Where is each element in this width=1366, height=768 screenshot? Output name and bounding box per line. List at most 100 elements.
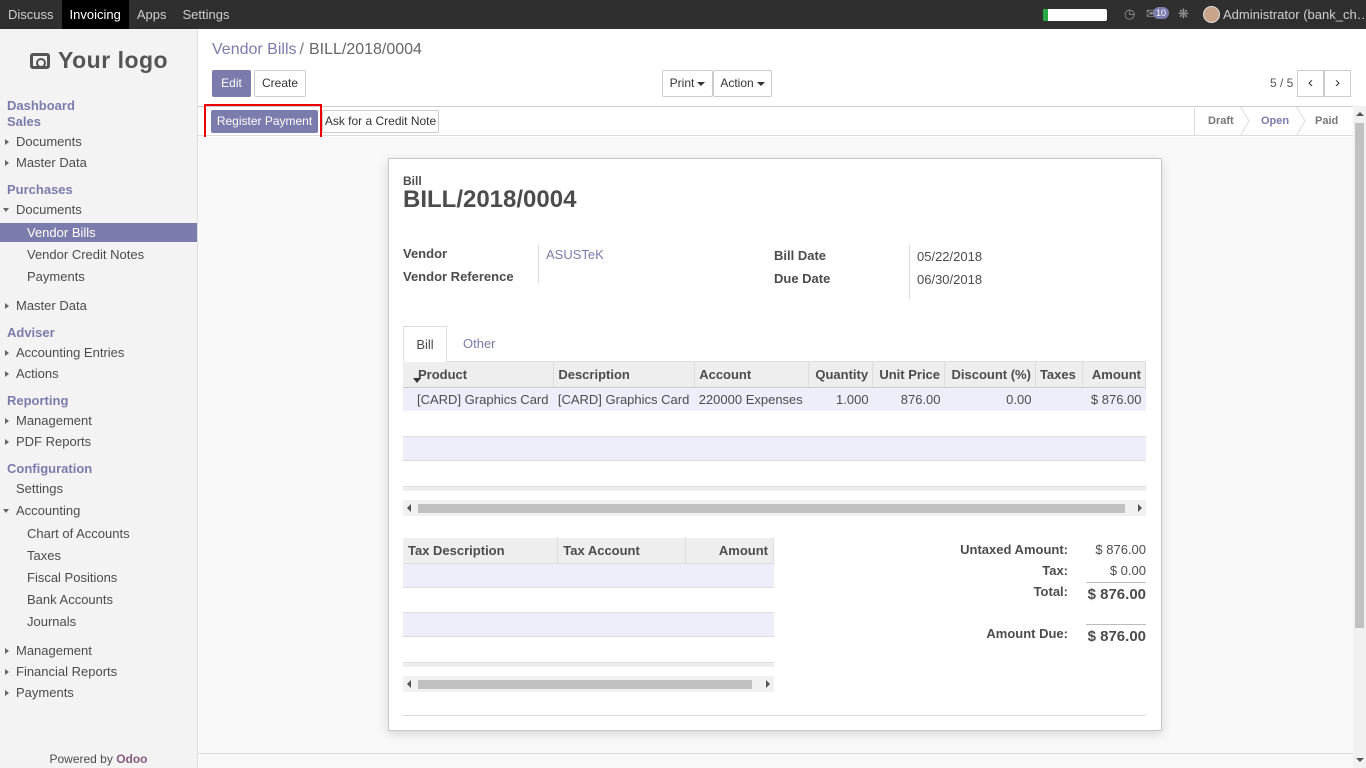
- due-date-label: Due Date: [774, 271, 831, 286]
- brand-link[interactable]: Odoo: [116, 752, 147, 766]
- sidebar-item-accounting[interactable]: Accounting: [0, 501, 197, 520]
- sidebar-item-taxes[interactable]: Taxes: [0, 546, 197, 565]
- vendor-link[interactable]: ASUSTeK: [546, 247, 604, 262]
- tab-bill[interactable]: Bill: [403, 326, 447, 362]
- arrow-right-icon[interactable]: [1138, 504, 1142, 512]
- onboarding-progress-bar[interactable]: [1043, 9, 1107, 21]
- column-amount[interactable]: Amount: [1082, 362, 1147, 388]
- arrow-left-icon[interactable]: [407, 504, 411, 512]
- column-product[interactable]: Product: [403, 362, 555, 388]
- breadcrumb-current: BILL/2018/0004: [308, 41, 422, 58]
- horizontal-scrollbar[interactable]: [403, 500, 1146, 516]
- menu-invoicing[interactable]: Invoicing: [61, 0, 129, 29]
- sidebar-item-chart-of-accounts[interactable]: Chart of Accounts: [0, 524, 197, 543]
- column-taxes[interactable]: Taxes: [1035, 362, 1083, 388]
- bill-date-value[interactable]: 05/22/2018: [917, 249, 982, 264]
- column-discount[interactable]: Discount (%): [944, 362, 1036, 388]
- table-row[interactable]: [CARD] Graphics Card [CARD] Graphics Car…: [403, 387, 1146, 411]
- menu-discuss[interactable]: Discuss: [0, 0, 62, 29]
- sidebar-section-sales[interactable]: Sales: [7, 114, 41, 129]
- cell-taxes[interactable]: [1035, 387, 1083, 411]
- clock-icon[interactable]: ◷: [1124, 6, 1135, 22]
- cell-amount[interactable]: $ 876.00: [1082, 387, 1146, 411]
- menu-settings[interactable]: Settings: [174, 0, 237, 29]
- column-account[interactable]: Account: [694, 362, 810, 388]
- arrow-right-icon[interactable]: [766, 680, 770, 688]
- sidebar-item-purchases-master-data[interactable]: Master Data: [0, 296, 197, 315]
- sidebar-item-journals[interactable]: Journals: [0, 612, 197, 631]
- horizontal-scrollbar[interactable]: [403, 676, 774, 692]
- create-button[interactable]: Create: [254, 70, 306, 97]
- column-tax-amount[interactable]: Amount: [685, 538, 774, 564]
- scrollbar-thumb[interactable]: [418, 680, 752, 689]
- sidebar-item-accounting-entries[interactable]: Accounting Entries: [0, 343, 197, 362]
- tax-lines-table: Tax Description Tax Account Amount: [403, 538, 774, 564]
- sidebar-item-payments[interactable]: Payments: [0, 267, 197, 286]
- total-value: $ 876.00: [1087, 586, 1146, 603]
- sidebar-item-actions[interactable]: Actions: [0, 364, 197, 383]
- sidebar-item-pdf-reports[interactable]: PDF Reports: [0, 432, 197, 451]
- scrollbar-thumb[interactable]: [418, 504, 1125, 513]
- cell-description[interactable]: [CARD] Graphics Card: [553, 387, 695, 411]
- column-unit-price[interactable]: Unit Price: [872, 362, 946, 388]
- scrollbar-thumb[interactable]: [1355, 123, 1364, 628]
- sidebar-item-purchases-documents[interactable]: Documents: [0, 200, 197, 219]
- sidebar-item-sales-documents[interactable]: Documents: [0, 132, 197, 151]
- sidebar-item-vendor-bills[interactable]: Vendor Bills: [0, 223, 197, 242]
- sidebar-dashboard[interactable]: Dashboard: [7, 98, 75, 113]
- stage-draft[interactable]: Draft: [1208, 106, 1234, 136]
- print-dropdown[interactable]: Print: [662, 70, 713, 97]
- invoice-lines-table: Product Description Account Quantity Uni…: [403, 362, 1147, 411]
- stage-paid[interactable]: Paid: [1315, 106, 1338, 136]
- tab-other-info[interactable]: Other Info: [449, 326, 510, 387]
- pager-next-button[interactable]: ›: [1324, 70, 1351, 97]
- sidebar-section-purchases[interactable]: Purchases: [7, 182, 73, 197]
- pager-previous-button[interactable]: ‹: [1297, 70, 1324, 97]
- cell-quantity[interactable]: 1.000: [808, 387, 873, 411]
- bug-icon[interactable]: ❋: [1178, 6, 1189, 22]
- user-menu[interactable]: Administrator (bank_ch…: [1223, 0, 1366, 29]
- edit-button[interactable]: Edit: [212, 70, 251, 97]
- sidebar-item-fiscal-positions[interactable]: Fiscal Positions: [0, 568, 197, 587]
- app-menu: Discuss Invoicing Apps Settings: [0, 0, 237, 29]
- untaxed-amount-label: Untaxed Amount:: [960, 542, 1068, 557]
- arrow-left-icon[interactable]: [407, 680, 411, 688]
- sidebar-section-reporting[interactable]: Reporting: [7, 393, 68, 408]
- stage-divider: [1194, 106, 1195, 136]
- table-footer: [403, 486, 1146, 491]
- cell-unit-price[interactable]: 876.00: [872, 387, 945, 411]
- arrow-down-icon[interactable]: [1356, 758, 1364, 762]
- pager-value[interactable]: 5 / 5: [1270, 76, 1293, 90]
- sidebar-section-adviser[interactable]: Adviser: [7, 325, 55, 340]
- sidebar-item-sales-master-data[interactable]: Master Data: [0, 153, 197, 172]
- menu-apps[interactable]: Apps: [129, 0, 175, 29]
- column-quantity[interactable]: Quantity: [808, 362, 874, 388]
- vertical-scrollbar[interactable]: [1353, 106, 1366, 768]
- sidebar-item-vendor-credit-notes[interactable]: Vendor Credit Notes: [0, 245, 197, 264]
- sidebar-item-settings[interactable]: Settings: [0, 479, 197, 498]
- caret-right-icon: [5, 648, 9, 654]
- arrow-up-icon[interactable]: [1356, 112, 1364, 116]
- sort-down-icon: [413, 378, 421, 383]
- progress-fill: [1043, 9, 1049, 21]
- caret-down-icon: [756, 81, 765, 86]
- breadcrumb-vendor-bills[interactable]: Vendor Bills: [212, 41, 297, 58]
- sidebar-item-management[interactable]: Management: [0, 411, 197, 430]
- column-tax-account[interactable]: Tax Account: [557, 538, 687, 564]
- breadcrumb: Vendor Bills / BILL/2018/0004: [212, 41, 422, 59]
- sidebar-item-config-management[interactable]: Management: [0, 641, 197, 660]
- column-tax-description[interactable]: Tax Description: [403, 538, 559, 564]
- action-dropdown[interactable]: Action: [713, 70, 772, 97]
- sidebar-item-bank-accounts[interactable]: Bank Accounts: [0, 590, 197, 609]
- credit-note-button[interactable]: Ask for a Credit Note: [322, 110, 439, 133]
- empty-row: [403, 612, 774, 637]
- sidebar-item-config-payments[interactable]: Payments: [0, 683, 197, 702]
- cell-account[interactable]: 220000 Expenses: [694, 387, 809, 411]
- sidebar-section-configuration[interactable]: Configuration: [7, 461, 92, 476]
- due-date-value[interactable]: 06/30/2018: [917, 272, 982, 287]
- sidebar-item-financial-reports[interactable]: Financial Reports: [0, 662, 197, 681]
- cell-discount[interactable]: 0.00: [944, 387, 1036, 411]
- column-description[interactable]: Description: [553, 362, 696, 388]
- cell-product[interactable]: [CARD] Graphics Card: [403, 387, 554, 411]
- avatar[interactable]: [1203, 6, 1220, 23]
